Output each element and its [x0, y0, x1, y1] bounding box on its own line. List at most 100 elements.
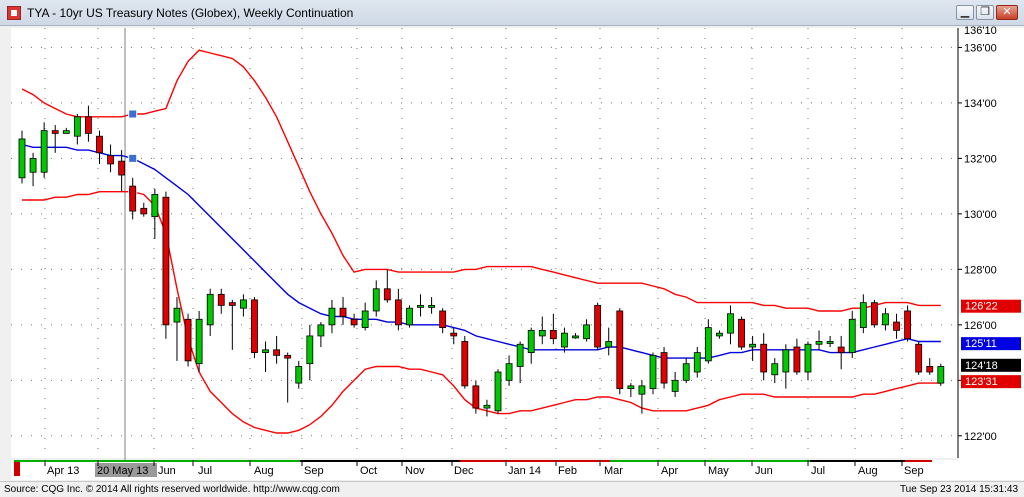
session-strip [460, 460, 610, 462]
price-tag-label: 124'18 [965, 360, 998, 372]
x-tick-label: 20 May 13 [97, 465, 148, 477]
x-tick-label: Jun [755, 465, 773, 477]
candle-body [893, 321, 900, 331]
candle-body [483, 404, 491, 409]
y-top-partial-label: 136'10 [964, 26, 997, 37]
x-tick-label: Sep [304, 465, 324, 477]
candle-body [848, 318, 856, 353]
candle-body [339, 307, 347, 317]
candle-body [262, 349, 269, 353]
y-tick-label: 130'00 [964, 209, 997, 221]
x-tick-label: Sep [904, 465, 924, 477]
candle-body [505, 363, 513, 381]
candle-body [450, 332, 458, 337]
y-axis-panel [958, 28, 1024, 480]
candle-body [273, 349, 281, 356]
candle-body [771, 363, 779, 376]
candle-body [417, 305, 424, 308]
candle-body [793, 346, 801, 373]
candle-body [738, 318, 745, 348]
x-tick-label: Dec [454, 465, 474, 477]
x-tick-label: Feb [558, 465, 577, 477]
candle-body [472, 385, 480, 409]
candle-body [815, 341, 823, 345]
x-tick-label: Aug [254, 465, 274, 477]
price-chart[interactable]: 122'00124'00126'00128'00130'00132'00134'… [0, 26, 1024, 481]
y-tick-label: 122'00 [964, 431, 997, 443]
x-tick-label: Mar [604, 465, 623, 477]
candle-body [826, 341, 834, 344]
session-strip [300, 460, 460, 462]
candle-body [350, 318, 358, 326]
candle-body [73, 116, 81, 137]
candle-body [295, 366, 303, 384]
session-strip [610, 460, 810, 462]
candle-body [616, 310, 624, 390]
candle-body [428, 305, 435, 308]
candle-body [904, 310, 911, 340]
candle-body [173, 307, 181, 323]
app-icon [7, 6, 21, 20]
session-strip [810, 460, 905, 462]
candle-body [870, 302, 878, 326]
plot-background [11, 28, 958, 458]
x-tick-label: Apr [661, 465, 678, 477]
candle-body [284, 354, 292, 359]
candle-body [439, 310, 447, 329]
candle-body [317, 324, 325, 337]
candle-body [129, 185, 137, 212]
candle-body [62, 130, 70, 134]
x-tick-label: Jun [158, 465, 176, 477]
minimize-button[interactable]: ▁ [956, 5, 974, 20]
candle-body [361, 310, 369, 329]
candle-body [693, 352, 701, 373]
y-tick-label: 132'00 [964, 153, 997, 165]
candle-body [605, 341, 613, 348]
candle-body [660, 352, 668, 384]
candle-body [682, 363, 690, 381]
candle-body [915, 343, 923, 373]
candle-body [96, 135, 103, 154]
candle-body [195, 318, 203, 365]
candle-body [85, 116, 92, 134]
window-title: TYA - 10yr US Treasury Notes (Globex), W… [27, 6, 354, 20]
candle-body [937, 366, 945, 384]
candle-body [383, 288, 391, 301]
candle-body [782, 349, 790, 373]
chart-area[interactable]: 122'00124'00126'00128'00130'00132'00134'… [0, 26, 1024, 481]
candle-body [561, 332, 568, 348]
close-button[interactable]: ✕ [996, 5, 1018, 20]
restore-button[interactable]: ❐ [976, 5, 994, 20]
candle-body [704, 327, 712, 362]
candle-body [206, 293, 214, 326]
candle-body [671, 379, 679, 392]
candle-body [29, 157, 37, 173]
candle-body [527, 329, 535, 353]
candle-body [494, 371, 502, 412]
price-tag-label: 126'22 [965, 301, 998, 313]
session-strip [14, 460, 300, 462]
candle-body [372, 288, 380, 312]
candle-body [394, 299, 402, 326]
candle-body [627, 385, 635, 390]
candle-body [228, 302, 236, 306]
y-tick-label: 134'00 [964, 98, 997, 110]
candle-body [716, 332, 723, 337]
candle-body [406, 307, 413, 326]
x-tick-label: May [708, 465, 729, 477]
candle-body [837, 346, 845, 353]
candle-body [727, 313, 734, 334]
candle-body [118, 160, 126, 176]
candle-body [151, 194, 159, 218]
candle-body [107, 155, 114, 165]
x-tick-label: Jul [811, 465, 825, 477]
candle-body [760, 343, 768, 373]
candle-body [461, 341, 469, 387]
candle-body [638, 385, 646, 395]
candle-body [572, 335, 579, 339]
x-tick-label: Oct [360, 465, 377, 477]
candle-body [926, 366, 934, 373]
candle-body [251, 299, 258, 353]
x-tick-label: Aug [858, 465, 878, 477]
x-tick-label: Nov [405, 465, 425, 477]
